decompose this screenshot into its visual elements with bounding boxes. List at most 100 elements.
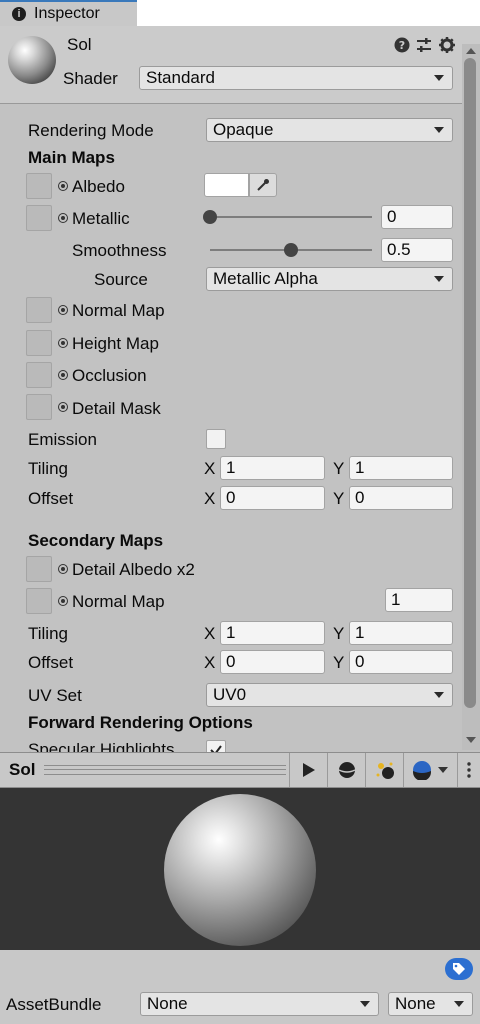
tag-icon[interactable] [445, 958, 473, 980]
secondary-offset-y-field[interactable]: 0 [349, 650, 453, 674]
chevron-down-icon [454, 1001, 464, 1007]
preview-shape-button[interactable] [327, 753, 365, 787]
secondary-normal-map-texture-slot[interactable] [26, 588, 52, 614]
material-thumbnail [8, 36, 56, 84]
tiling-x-field[interactable]: 1 [220, 456, 325, 480]
height-map-texture-slot[interactable] [26, 330, 52, 356]
normal-map-texture-slot[interactable] [26, 297, 52, 323]
preview-light-button[interactable] [365, 753, 403, 787]
uv-set-value: UV0 [213, 685, 247, 704]
secondary-offset-x-field[interactable]: 0 [220, 650, 325, 674]
asset-bundle-panel: AssetBundle None None [0, 950, 480, 1024]
object-picker-icon[interactable] [58, 338, 68, 348]
offset-x-label: X [204, 489, 216, 508]
uv-set-label: UV Set [28, 686, 82, 705]
secondary-tiling-x-field[interactable]: 1 [220, 621, 325, 645]
metallic-slider-knob[interactable] [203, 210, 217, 224]
offset-y-field[interactable]: 0 [349, 486, 453, 510]
chevron-down-icon [360, 1001, 370, 1007]
material-name: Sol [67, 35, 92, 54]
rendering-mode-label: Rendering Mode [28, 121, 154, 140]
secondary-offset-x-label: X [204, 653, 216, 672]
tab-label: Inspector [34, 5, 100, 22]
occlusion-texture-slot[interactable] [26, 362, 52, 388]
asset-bundle-variant-dropdown[interactable]: None [388, 992, 473, 1016]
albedo-texture-slot[interactable] [26, 173, 52, 199]
object-picker-icon[interactable] [58, 370, 68, 380]
specular-highlights-checkbox[interactable] [206, 740, 226, 752]
tiling-y-label: Y [333, 459, 345, 478]
offset-y-label: Y [333, 489, 345, 508]
svg-text:?: ? [399, 39, 405, 52]
rendering-mode-dropdown[interactable]: Opaque [206, 118, 453, 142]
secondary-normal-scale-field[interactable]: 1 [385, 588, 453, 612]
scroll-down-icon[interactable] [466, 737, 476, 743]
metallic-label: Metallic [72, 209, 130, 228]
secondary-tiling-x-label: X [204, 624, 216, 643]
tab-bar-empty [137, 0, 480, 26]
shader-value: Standard [146, 68, 215, 87]
shader-dropdown[interactable]: Standard [139, 66, 453, 90]
light-icon [376, 762, 394, 779]
sliders-icon[interactable] [415, 36, 433, 54]
preview-title: Sol [9, 760, 36, 779]
metallic-texture-slot[interactable] [26, 205, 52, 231]
secondary-offset-label: Offset [28, 653, 74, 672]
detail-mask-texture-slot[interactable] [26, 394, 52, 420]
object-picker-icon[interactable] [58, 564, 68, 574]
object-picker-icon[interactable] [58, 596, 68, 606]
asset-bundle-variant-value: None [395, 994, 436, 1013]
emission-checkbox[interactable] [206, 429, 226, 449]
info-icon: i [12, 7, 26, 21]
preview-material-button[interactable] [403, 753, 457, 787]
secondary-tiling-y-field[interactable]: 1 [349, 621, 453, 645]
eyedropper-icon[interactable] [249, 173, 277, 197]
tab-inspector[interactable]: i Inspector [0, 0, 137, 26]
detail-albedo-label: Detail Albedo x2 [72, 560, 195, 579]
help-icon[interactable]: ? [393, 36, 411, 54]
source-dropdown[interactable]: Metallic Alpha [206, 267, 453, 291]
smoothness-label: Smoothness [72, 241, 167, 260]
play-button[interactable] [289, 753, 327, 787]
object-picker-icon[interactable] [58, 181, 68, 191]
metallic-value-field[interactable]: 0 [381, 205, 453, 229]
chevron-down-icon [434, 127, 444, 133]
albedo-color-swatch[interactable] [204, 173, 249, 197]
material-ball-icon [413, 761, 431, 780]
secondary-maps-heading: Secondary Maps [28, 531, 164, 550]
emission-label: Emission [28, 430, 97, 449]
play-icon [302, 763, 315, 777]
object-picker-icon[interactable] [58, 305, 68, 315]
detail-albedo-texture-slot[interactable] [26, 556, 52, 582]
chevron-down-icon [434, 692, 444, 698]
asset-bundle-label: AssetBundle [6, 995, 102, 1014]
main-maps-heading: Main Maps [28, 148, 115, 167]
scroll-up-icon[interactable] [466, 48, 476, 54]
asset-bundle-name-dropdown[interactable]: None [140, 992, 379, 1016]
secondary-normal-map-label: Normal Map [72, 592, 165, 611]
kebab-icon [467, 762, 471, 778]
gear-icon[interactable] [438, 36, 456, 54]
smoothness-value-field[interactable]: 0.5 [381, 238, 453, 262]
uv-set-dropdown[interactable]: UV0 [206, 683, 453, 707]
metallic-slider-track[interactable] [210, 216, 372, 218]
secondary-tiling-label: Tiling [28, 624, 68, 643]
scrollbar-thumb[interactable] [464, 58, 476, 708]
source-value: Metallic Alpha [213, 269, 318, 288]
sphere-shape-icon [338, 762, 355, 778]
detail-mask-label: Detail Mask [72, 399, 161, 418]
offset-x-field[interactable]: 0 [220, 486, 325, 510]
preview-menu-button[interactable] [457, 753, 480, 787]
rendering-mode-value: Opaque [213, 120, 274, 139]
forward-rendering-heading: Forward Rendering Options [28, 713, 253, 732]
albedo-label: Albedo [72, 177, 125, 196]
smoothness-slider-knob[interactable] [284, 243, 298, 257]
secondary-tiling-y-label: Y [333, 624, 345, 643]
occlusion-label: Occlusion [72, 366, 147, 385]
tiling-label: Tiling [28, 459, 68, 478]
tiling-y-field[interactable]: 1 [349, 456, 453, 480]
object-picker-icon[interactable] [58, 402, 68, 412]
object-picker-icon[interactable] [58, 213, 68, 223]
offset-label: Offset [28, 489, 74, 508]
preview-drag-handle[interactable] [44, 765, 286, 775]
